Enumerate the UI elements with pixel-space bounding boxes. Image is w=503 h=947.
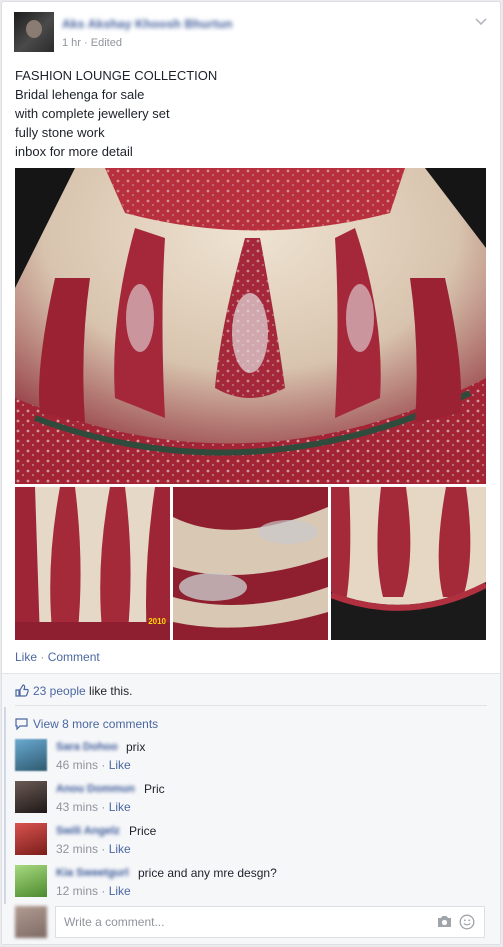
thumbnail-photo[interactable]: 2010 <box>15 487 170 640</box>
post-line: inbox for more detail <box>15 144 133 159</box>
comment-time[interactable]: 46 mins <box>56 758 98 772</box>
comment-bubble-icon <box>15 718 28 731</box>
commenter-name[interactable]: Sara Dohoo <box>56 741 118 753</box>
comment-like-link[interactable]: Like <box>109 884 131 898</box>
photo-grid: 2010 <box>15 168 486 640</box>
action-separator: · <box>40 650 45 664</box>
comment-text: Pric <box>144 782 165 796</box>
author-avatar[interactable] <box>14 12 54 52</box>
comment-time[interactable]: 12 mins <box>56 884 98 898</box>
comment-text: prix <box>126 740 146 754</box>
thumbs-up-icon <box>15 684 29 697</box>
post-actions: Like · Comment <box>15 650 100 664</box>
camera-icon[interactable] <box>437 915 452 928</box>
write-comment-row: Write a comment... <box>15 906 485 940</box>
comment-time[interactable]: 43 mins <box>56 800 98 814</box>
post-time[interactable]: 1 hr <box>62 37 81 49</box>
chevron-down-icon[interactable] <box>474 14 488 28</box>
comment-item: Sara Dohoo prix 46 mins · Like <box>15 739 485 775</box>
comment-meta: 46 mins · Like <box>56 758 131 772</box>
commenter-avatar[interactable] <box>15 739 47 771</box>
post-card: Aks Akshay Khoosh Bhurtun 1 hr · Edited … <box>1 1 501 945</box>
author-name[interactable]: Aks Akshay Khoosh Bhurtun <box>62 17 233 31</box>
comment-input[interactable]: Write a comment... <box>55 906 485 938</box>
post-meta: 1 hr · Edited <box>62 37 122 49</box>
commenter-name[interactable]: Anou Dommun <box>56 783 135 795</box>
current-user-avatar <box>15 906 47 938</box>
likes-suffix: like this. <box>85 684 133 698</box>
comment-like-link[interactable]: Like <box>109 842 131 856</box>
likes-summary: 23 people like this. <box>15 684 132 698</box>
comment-item: Anou Dommun Pric 43 mins · Like <box>15 781 485 817</box>
thumbnail-photo[interactable] <box>173 487 328 640</box>
comment-like-link[interactable]: Like <box>109 758 131 772</box>
comment-text: Price <box>129 824 157 838</box>
post-line: Bridal lehenga for sale <box>15 87 145 102</box>
comment-meta: 12 mins · Like <box>56 884 131 898</box>
commenter-name[interactable]: Swili Angelz <box>56 825 120 837</box>
comment-item: Kia Sweetgurl price and any mre desgn? 1… <box>15 865 485 901</box>
likes-count[interactable]: 23 people <box>33 684 86 698</box>
comment-text: price and any mre desgn? <box>138 866 277 880</box>
meta-separator: · <box>84 37 88 49</box>
divider <box>15 705 487 706</box>
comment-item: Swili Angelz Price 32 mins · Like <box>15 823 485 859</box>
view-more-label: View 8 more comments <box>33 717 159 731</box>
comments-section: 23 people like this. View 8 more comment… <box>2 674 500 944</box>
post-line: fully stone work <box>15 125 105 140</box>
commenter-name[interactable]: Kia Sweetgurl <box>56 867 129 879</box>
comment-meta: 32 mins · Like <box>56 842 131 856</box>
comment-meta: 43 mins · Like <box>56 800 131 814</box>
view-more-comments[interactable]: View 8 more comments <box>15 717 158 731</box>
comment-like-link[interactable]: Like <box>109 800 131 814</box>
post-text: FASHION LOUNGE COLLECTION Bridal lehenga… <box>15 66 217 161</box>
commenter-avatar[interactable] <box>15 823 47 855</box>
emoji-icon[interactable] <box>459 914 475 930</box>
post-line: FASHION LOUNGE COLLECTION <box>15 68 218 83</box>
photo-date-stamp: 2010 <box>148 617 166 626</box>
like-link[interactable]: Like <box>15 650 37 664</box>
edited-label[interactable]: Edited <box>91 37 122 49</box>
main-photo[interactable] <box>15 168 486 484</box>
comment-input-placeholder: Write a comment... <box>64 915 165 929</box>
comment-time[interactable]: 32 mins <box>56 842 98 856</box>
post-line: with complete jewellery set <box>15 106 170 121</box>
comment-link[interactable]: Comment <box>48 650 100 664</box>
thumbnail-photo[interactable] <box>331 487 486 640</box>
commenter-avatar[interactable] <box>15 865 47 897</box>
comments-bar <box>4 707 6 904</box>
post-header: Aks Akshay Khoosh Bhurtun 1 hr · Edited <box>14 12 488 56</box>
commenter-avatar[interactable] <box>15 781 47 813</box>
